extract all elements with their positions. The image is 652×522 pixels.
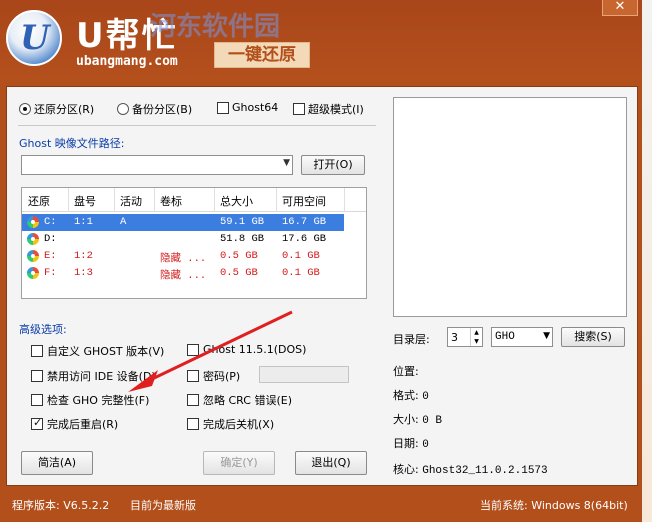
- exit-button[interactable]: 退出(Q): [295, 451, 367, 475]
- column-header[interactable]: 可用空间: [282, 193, 326, 209]
- radio-indicator: [117, 103, 129, 115]
- option-label: 备份分区(B): [132, 103, 193, 116]
- backup-partition-radio[interactable]: 备份分区(B): [117, 101, 192, 117]
- dir-level-label: 目录层:: [393, 333, 430, 346]
- preview-box: [393, 97, 627, 317]
- checkbox-indicator: [217, 101, 229, 114]
- password-field[interactable]: [259, 366, 349, 383]
- checkbox-indicator: [187, 394, 199, 406]
- core-row: 核心: Ghost32_11.0.2.1573: [393, 463, 548, 477]
- ignore-crc-checkbox[interactable]: 忽略 CRC 错误(E): [187, 392, 292, 408]
- checkbox-indicator: [31, 394, 43, 406]
- disk-icon: [27, 233, 39, 245]
- checkbox-indicator: [187, 370, 199, 382]
- checkbox-indicator: [31, 370, 43, 382]
- table-row[interactable]: C: 1:1 A 59.1 GB 16.7 GB: [22, 214, 344, 231]
- simple-mode-button[interactable]: 简洁(A): [21, 451, 93, 475]
- open-button[interactable]: 打开(O): [301, 155, 365, 175]
- disk-icon: [27, 216, 39, 228]
- one-key-restore-badge: 一键还原: [214, 42, 310, 68]
- table-row[interactable]: D: 51.8 GB 17.6 GB: [22, 231, 366, 248]
- shutdown-after-checkbox[interactable]: 完成后关机(X): [187, 416, 274, 432]
- ok-button[interactable]: 确定(Y): [203, 451, 275, 475]
- position-row: 位置:: [393, 365, 419, 378]
- ghost-path-label: Ghost 映像文件路径:: [19, 137, 125, 150]
- custom-ghost-version-checkbox[interactable]: 自定义 GHOST 版本(V): [31, 343, 164, 359]
- option-label: 超级模式(I): [308, 103, 364, 116]
- app-window: U U帮忙 河东软件园 ubangmang.com 一键还原 ✕ 还原分区(R)…: [0, 0, 642, 522]
- close-icon: ✕: [614, 0, 626, 14]
- table-row[interactable]: E: 1:2 隐藏 ... 0.5 GB 0.1 GB: [22, 248, 366, 265]
- option-label: 还原分区(R): [34, 103, 95, 116]
- background-edge: [642, 0, 652, 522]
- checkbox-indicator: [293, 103, 305, 115]
- checkbox-indicator: [187, 418, 199, 430]
- u-logo-icon: U: [6, 10, 62, 66]
- chevron-down-icon[interactable]: ▼: [543, 331, 550, 341]
- format-row: 格式: 0: [393, 389, 429, 403]
- ghost64-checkbox[interactable]: Ghost64: [217, 101, 278, 114]
- app-url: ubangmang.com: [76, 54, 178, 69]
- disk-icon: [27, 267, 39, 279]
- column-header[interactable]: 活动: [120, 193, 142, 209]
- table-header: 还原 盘号 活动 卷标 总大小 可用空间: [22, 188, 366, 212]
- checkbox-indicator: [187, 343, 199, 356]
- column-header[interactable]: 盘号: [74, 193, 96, 209]
- header-banner: U U帮忙 河东软件园 ubangmang.com 一键还原 ✕: [0, 0, 642, 80]
- current-system-text: 当前系统: Windows 8(64bit): [480, 499, 628, 512]
- size-row: 大小: 0 B: [393, 413, 443, 427]
- partition-table[interactable]: 还原 盘号 活动 卷标 总大小 可用空间 C: 1:1 A 59.1 GB 16…: [21, 187, 367, 299]
- close-button[interactable]: ✕: [602, 0, 638, 16]
- search-button[interactable]: 搜索(S): [561, 327, 625, 347]
- table-row[interactable]: F: 1:3 隐藏 ... 0.5 GB 0.1 GB: [22, 265, 366, 282]
- ghost-path-combobox[interactable]: ▼: [21, 155, 293, 175]
- restore-partition-radio[interactable]: 还原分区(R): [19, 101, 94, 117]
- radio-indicator: [19, 103, 31, 115]
- option-label: Ghost64: [232, 101, 279, 114]
- version-text: 程序版本: V6.5.2.2: [12, 499, 110, 512]
- extension-combobox[interactable]: GHO ▼: [491, 327, 553, 347]
- dir-level-spinner[interactable]: 3 ▲ ▼: [447, 327, 483, 347]
- logo-letter: U: [20, 18, 50, 58]
- check-gho-integrity-checkbox[interactable]: 检查 GHO 完整性(F): [31, 392, 149, 408]
- date-row: 日期: 0: [393, 437, 429, 451]
- ghost-dos-checkbox[interactable]: Ghost 11.5.1(DOS): [187, 343, 306, 356]
- spinner-arrows-icon[interactable]: ▲ ▼: [470, 328, 482, 346]
- password-checkbox[interactable]: 密码(P): [187, 368, 240, 384]
- chevron-down-icon[interactable]: ▼: [283, 158, 290, 168]
- column-header[interactable]: 卷标: [160, 193, 182, 209]
- disk-icon: [27, 250, 39, 262]
- watermark-text: 河东软件园: [150, 12, 281, 42]
- main-panel: 还原分区(R) 备份分区(B) Ghost64 超级模式(I) Ghost 映像…: [6, 86, 638, 486]
- restart-after-checkbox[interactable]: 完成后重启(R): [31, 416, 118, 432]
- super-mode-checkbox[interactable]: 超级模式(I): [293, 101, 364, 117]
- latest-text: 目前为最新版: [130, 499, 196, 512]
- advanced-options-label: 高级选项:: [19, 323, 67, 336]
- column-header[interactable]: 还原: [28, 193, 50, 209]
- column-header[interactable]: 总大小: [220, 193, 253, 209]
- divider: [18, 125, 376, 126]
- checkbox-indicator: [31, 416, 43, 430]
- disable-ide-checkbox[interactable]: 禁用访问 IDE 设备(D): [31, 368, 156, 384]
- status-bar: 程序版本: V6.5.2.2 目前为最新版 当前系统: Windows 8(64…: [0, 488, 642, 522]
- checkbox-indicator: [31, 345, 43, 357]
